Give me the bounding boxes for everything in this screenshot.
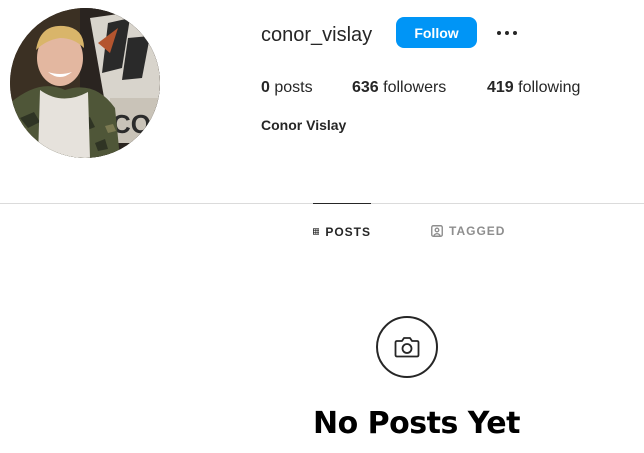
tab-tagged[interactable]: TAGGED xyxy=(431,203,505,258)
grid-icon xyxy=(313,228,320,235)
username: conor_vislay xyxy=(261,24,373,46)
tab-posts[interactable]: POSTS xyxy=(313,203,371,259)
follow-button[interactable]: Follow xyxy=(396,17,477,48)
empty-state-title: No Posts Yet xyxy=(313,406,520,441)
camera-icon xyxy=(376,316,438,378)
profile-photo: CO xyxy=(10,8,160,158)
avatar[interactable]: CO xyxy=(10,8,160,158)
followers-count: 636 xyxy=(352,79,379,96)
stat-following[interactable]: 419 following xyxy=(487,78,580,98)
tagged-icon xyxy=(431,224,443,237)
more-options-icon[interactable] xyxy=(492,20,522,46)
posts-label: posts xyxy=(274,79,313,96)
following-count: 419 xyxy=(487,79,514,96)
following-label: following xyxy=(518,79,581,96)
tab-posts-label: POSTS xyxy=(325,224,371,239)
posts-count: 0 xyxy=(261,79,270,96)
stat-followers[interactable]: 636 followers xyxy=(352,78,446,98)
stat-posts[interactable]: 0 posts xyxy=(261,78,313,98)
tab-tagged-label: TAGGED xyxy=(449,223,506,238)
svg-text:CO: CO xyxy=(112,109,151,139)
full-name: Conor Vislay xyxy=(261,117,347,133)
followers-label: followers xyxy=(383,79,447,96)
